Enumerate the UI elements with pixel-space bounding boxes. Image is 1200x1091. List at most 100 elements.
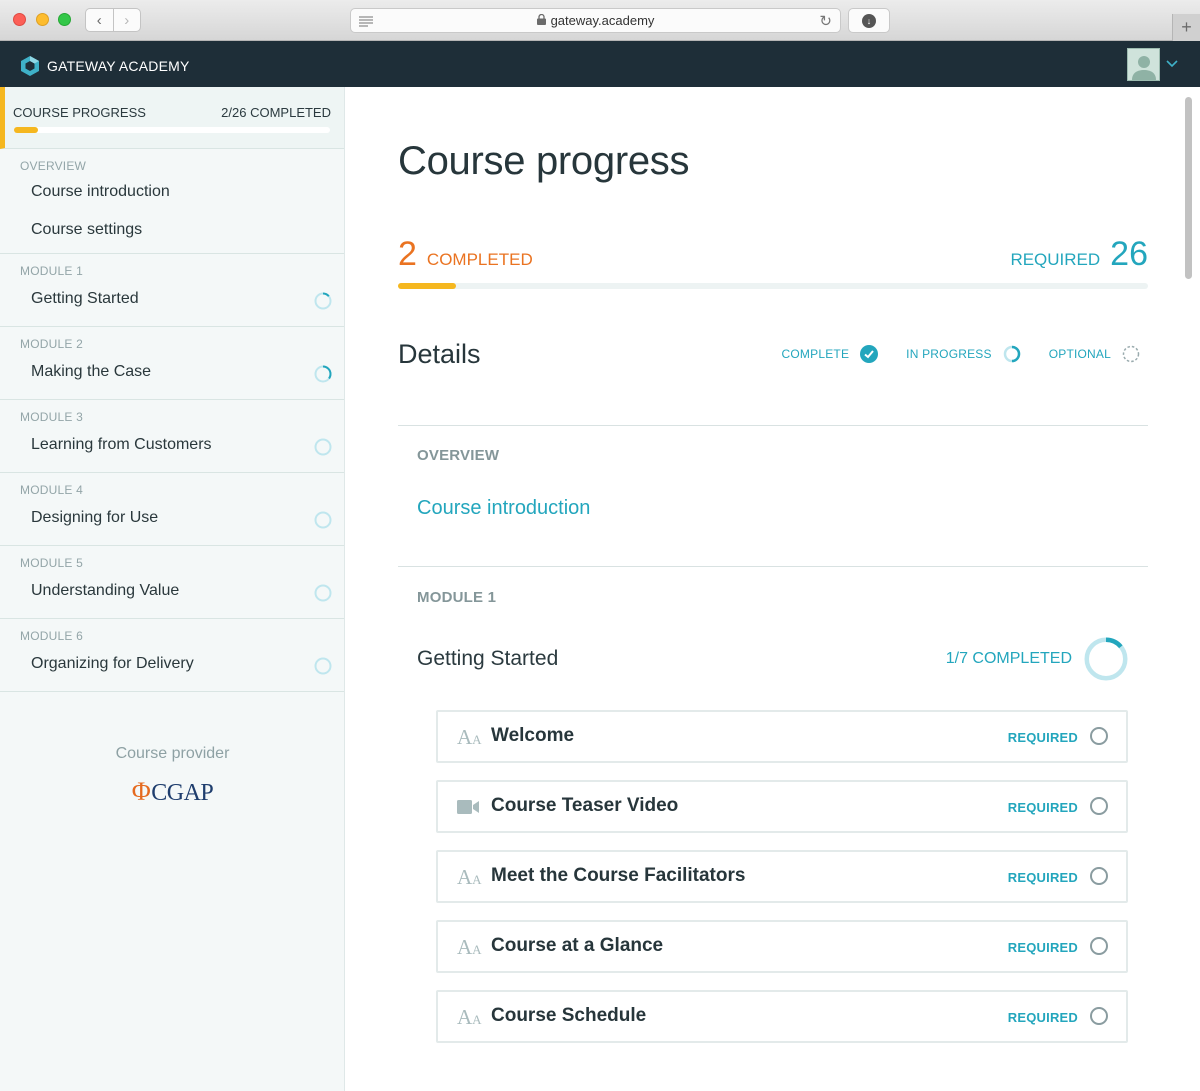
sidebar-item-label: Making the Case [31, 363, 152, 380]
sidebar-item-making-the-case[interactable]: Making the Case [0, 353, 344, 399]
sidebar-group-label: MODULE 6 [20, 629, 83, 643]
required-summary: REQUIRED 26 [1010, 235, 1148, 274]
sidebar-group-module-2: MODULE 2 Making the Case [0, 327, 344, 400]
brand-name: GATEWAY ACADEMY [47, 58, 190, 74]
lesson-title: Course Teaser Video [491, 795, 679, 816]
sidebar-item-label: Designing for Use [31, 509, 159, 526]
details-heading: Details [398, 339, 481, 369]
sidebar-item-label: Understanding Value [31, 582, 180, 599]
downloads-button[interactable]: ↓ [848, 8, 890, 33]
course-progress-bar [14, 127, 330, 133]
sidebar-item-designing-for-use[interactable]: Designing for Use [0, 499, 344, 545]
course-progress-fill [14, 127, 39, 133]
lesson-card-course-at-a-glance[interactable]: AA Course at a Glance REQUIRED [436, 920, 1128, 973]
cgap-mark-icon: Φ [131, 777, 151, 806]
sidebar-group-module-5: MODULE 5 Understanding Value [0, 546, 344, 619]
text-icon: AA [457, 864, 482, 889]
app-header: GATEWAY ACADEMY [0, 41, 1200, 87]
download-icon: ↓ [862, 13, 876, 28]
sidebar-group-overview: OVERVIEW Course introduction Course sett… [0, 149, 344, 254]
overview-section-label: OVERVIEW [417, 447, 500, 464]
lesson-card-welcome[interactable]: AA Welcome REQUIRED [436, 710, 1128, 763]
not-started-circle-icon [1090, 1007, 1108, 1025]
module-1-section-label: MODULE 1 [417, 589, 497, 606]
lesson-title: Meet the Course Facilitators [491, 865, 746, 886]
cgap-logo[interactable]: ΦCGAP [0, 777, 345, 807]
sidebar-item-organizing-for-delivery[interactable]: Organizing for Delivery [0, 645, 344, 691]
home-link[interactable]: GATEWAY ACADEMY [20, 55, 190, 77]
reload-icon[interactable]: ↻ [819, 12, 832, 30]
progress-ring-icon [314, 657, 332, 675]
sidebar-course-progress[interactable]: COURSE PROGRESS 2/26 COMPLETED [0, 87, 344, 149]
sidebar-group-label: MODULE 3 [20, 410, 83, 424]
in-progress-ring-icon [1003, 345, 1020, 363]
scrollbar[interactable] [1185, 97, 1192, 279]
sidebar-item-course-settings[interactable]: Course settings [0, 213, 344, 253]
text-icon: AA [457, 724, 482, 749]
sidebar-group-label: MODULE 4 [20, 483, 83, 497]
completed-count: 2 [398, 235, 417, 273]
required-tag: REQUIRED [1007, 940, 1078, 955]
account-menu-chevron-icon[interactable] [1166, 56, 1178, 71]
required-tag: REQUIRED [1007, 800, 1078, 815]
user-icon [1131, 56, 1156, 80]
lock-icon [536, 13, 546, 28]
close-window-button[interactable] [13, 13, 26, 26]
minimize-window-button[interactable] [36, 13, 49, 26]
completed-label: COMPLETED [426, 250, 533, 269]
course-introduction-link[interactable]: Course introduction [417, 497, 590, 520]
back-button[interactable]: ‹ [86, 9, 114, 31]
progress-ring-icon [314, 365, 332, 383]
lesson-card-meet-the-course-facilitators[interactable]: AA Meet the Course Facilitators REQUIRED [436, 850, 1128, 903]
divider [398, 425, 1148, 426]
sidebar-group-module-6: MODULE 6 Organizing for Delivery [0, 619, 344, 692]
sidebar-item-label: Learning from Customers [31, 436, 212, 453]
sidebar-item-learning-from-customers[interactable]: Learning from Customers [0, 426, 344, 472]
address-bar[interactable]: gateway.academy ↻ [350, 8, 841, 33]
sidebar-group-module-4: MODULE 4 Designing for Use [0, 473, 344, 546]
history-nav: ‹ › [85, 8, 141, 32]
legend-optional: OPTIONAL [1049, 345, 1140, 363]
lesson-title: Welcome [491, 725, 575, 746]
sidebar-group-label: MODULE 1 [20, 264, 83, 278]
sidebar-group-label: OVERVIEW [20, 159, 87, 173]
legend-in-progress: IN PROGRESS [906, 345, 1021, 363]
not-started-circle-icon [1090, 727, 1108, 745]
not-started-circle-icon [1090, 797, 1108, 815]
forward-button[interactable]: › [114, 9, 141, 31]
page-title: Course progress [398, 139, 690, 183]
video-icon [457, 795, 481, 819]
progress-ring-icon [314, 511, 332, 529]
course-progress-title: COURSE PROGRESS [13, 105, 146, 120]
module-completed-count: 1/7 COMPLETED [945, 650, 1072, 667]
module-title: Getting Started [417, 647, 559, 670]
sidebar-group-label: MODULE 5 [20, 556, 83, 570]
module-progress-ring-icon [1084, 637, 1128, 681]
sidebar-item-label: Organizing for Delivery [31, 655, 194, 672]
sidebar-item-understanding-value[interactable]: Understanding Value [0, 572, 344, 618]
reader-icon[interactable] [359, 15, 373, 30]
progress-ring-icon [314, 584, 332, 602]
progress-ring-icon [314, 438, 332, 456]
sidebar-item-course-introduction[interactable]: Course introduction [0, 175, 344, 213]
overall-progress-bar [398, 283, 1148, 289]
divider [398, 566, 1148, 567]
gateway-logo-icon [21, 56, 39, 76]
new-tab-button[interactable]: + [1172, 14, 1200, 41]
text-icon: AA [457, 934, 482, 959]
not-started-circle-icon [1090, 937, 1108, 955]
required-tag: REQUIRED [1007, 870, 1078, 885]
zoom-window-button[interactable] [58, 13, 71, 26]
course-provider-label: Course provider [115, 745, 230, 762]
status-legend: COMPLETE IN PROGRESS OPTIONAL [782, 345, 1140, 363]
lesson-card-course-teaser-video[interactable]: Course Teaser Video REQUIRED [436, 780, 1128, 833]
course-progress-count: 2/26 COMPLETED [221, 105, 331, 120]
lesson-card-course-schedule[interactable]: AA Course Schedule REQUIRED [436, 990, 1128, 1043]
lesson-title: Course Schedule [491, 1005, 647, 1026]
lesson-title: Course at a Glance [491, 935, 664, 956]
main-content: Course progress 2 COMPLETED REQUIRED 26 … [346, 87, 1200, 1091]
avatar[interactable] [1127, 48, 1160, 81]
course-provider: Course provider ΦCGAP [0, 745, 345, 807]
text-icon: AA [457, 1004, 482, 1029]
sidebar-item-getting-started[interactable]: Getting Started [0, 280, 344, 326]
